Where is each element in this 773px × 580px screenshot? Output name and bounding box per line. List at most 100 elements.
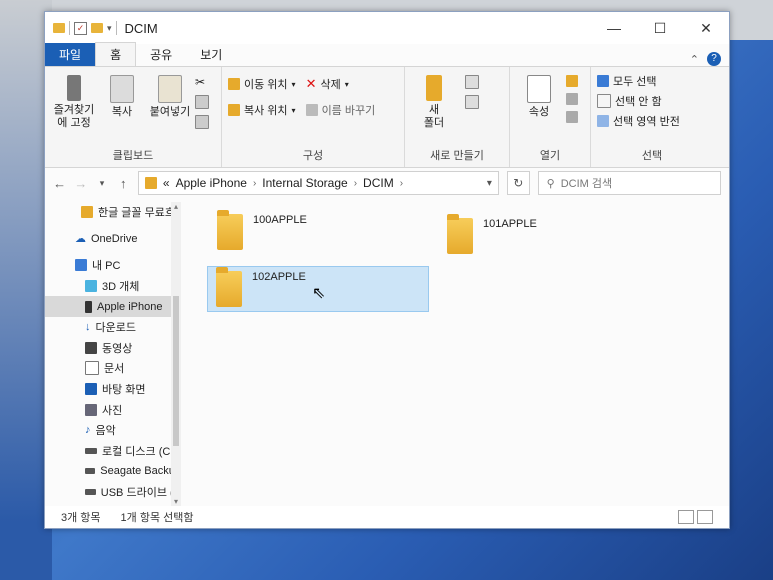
sidebar-item-apple-iphone[interactable]: Apple iPhone [45,296,181,317]
close-button[interactable]: ✕ [683,20,729,37]
invert-selection-button[interactable]: 선택 영역 반전 [597,111,707,131]
address-bar-row: ← → ▾ ↑ « Apple iPhone › Internal Storag… [45,168,729,198]
title-bar: ✓ ▾ DCIM — ☐ ✕ [45,12,729,44]
delete-button[interactable]: ✕ 삭제 ▾ [306,71,376,97]
download-icon: ↓ [85,321,91,334]
address-bar[interactable]: « Apple iPhone › Internal Storage › DCIM… [137,171,499,195]
maximize-button[interactable]: ☐ [637,20,683,37]
address-dropdown-icon[interactable]: ▾ [487,178,492,189]
new-item-icon[interactable] [465,75,479,89]
tab-file[interactable]: 파일 [45,43,96,66]
folder-item-101apple[interactable]: 101APPLE [439,214,659,260]
rename-icon [305,104,318,116]
easy-access-icon[interactable] [465,95,479,109]
document-icon [85,361,99,376]
sidebar-scrollbar[interactable]: ▴ ▾ [171,202,181,506]
quick-access-toolbar: ✓ ▾ [53,21,117,35]
new-folder-icon [426,75,442,101]
tab-share[interactable]: 공유 [136,43,186,66]
help-icon[interactable]: ? [707,52,721,66]
pin-to-quick-access-button[interactable]: 즐겨찾기에 고정 [51,71,97,130]
new-folder-quick-icon[interactable] [91,23,103,33]
file-explorer-window: ✓ ▾ DCIM — ☐ ✕ 파일 홈 공유 보기 ⌃ ? 즐겨찾기에 고정 복… [44,11,730,529]
open-icon[interactable] [566,75,578,87]
details-view-icon[interactable] [678,510,694,524]
back-icon[interactable]: ← [53,176,66,191]
cut-icon[interactable]: ✂ [195,75,209,89]
rename-button[interactable]: 이름 바꾸기 [305,97,375,123]
sidebar-item-onedrive[interactable]: ☁ OneDrive [45,229,181,250]
tab-view[interactable]: 보기 [186,43,236,66]
sidebar-item-pictures[interactable]: 사진 [45,399,181,420]
copy-path-icon[interactable] [195,95,209,109]
folder-icon [216,267,242,307]
breadcrumb-apple-iphone[interactable]: Apple iPhone [176,176,247,190]
scroll-up-icon[interactable]: ▴ [171,202,181,211]
video-icon [85,341,97,354]
clipboard-group: 즐겨찾기에 고정 복사 붙여넣기 ✂ 클립보드 [45,67,222,167]
search-box[interactable]: ⚲ DCIM 검색 [537,171,721,195]
sidebar-item-seagate-backup[interactable]: Seagate Backup [45,461,181,482]
folder-item-100apple[interactable]: 100APPLE [209,210,429,256]
copy-to-button[interactable]: 복사 위치 ▾ [228,97,296,123]
window-title: DCIM [124,20,158,36]
select-none-icon [597,94,611,108]
breadcrumb-dcim[interactable]: DCIM [363,176,394,190]
properties-button[interactable]: 속성 [516,71,562,123]
sidebar-item-documents[interactable]: 문서 [45,358,181,379]
scrollbar-thumb[interactable] [173,296,179,446]
copy-button[interactable]: 복사 [99,71,145,130]
tab-home[interactable]: 홈 [95,42,137,66]
select-all-button[interactable]: 모두 선택 [597,71,707,91]
sidebar-item-desktop[interactable]: 바탕 화면 [45,379,181,400]
copy-icon [110,75,134,103]
select-none-button[interactable]: 선택 안 함 [597,91,707,111]
new-group: 새 폴더 새로 만들기 [405,67,510,167]
properties-quick-icon[interactable]: ✓ [74,21,87,35]
properties-icon [527,75,551,103]
file-list: 100APPLE 101APPLE 102APPLE [181,202,729,506]
desktop-icon [85,383,97,396]
search-icon: ⚲ [546,177,555,190]
selection-count: 1개 항목 선택함 [120,512,194,524]
open-group: 속성 열기 [510,67,591,167]
recent-locations-icon[interactable]: ▾ [95,178,108,189]
sidebar-item-3d-objects[interactable]: 3D 개체 [45,276,181,297]
sidebar-item-usb-drive[interactable]: USB 드라이브 (E [45,482,181,503]
navigation-pane: 한글 글꼴 무료흐 ☁ OneDrive 내 PC 3D 개체 Apple iPh… [45,202,181,506]
sidebar-item-music[interactable]: ♪ 음악 [45,420,181,441]
refresh-button[interactable]: ↻ [506,171,530,195]
scroll-down-icon[interactable]: ▾ [171,497,181,506]
up-icon[interactable]: ↑ [117,176,130,191]
clipboard-icon [158,75,182,103]
sidebar-item-local-disk-c[interactable]: 로컬 디스크 (C:) [45,441,181,462]
select-group: 모두 선택 선택 안 함 선택 영역 반전 선택 [591,67,713,167]
sidebar-item-this-pc[interactable]: 내 PC [45,255,181,276]
search-placeholder: DCIM 검색 [560,178,613,190]
ribbon-tabs: 파일 홈 공유 보기 ⌃ ? [45,42,729,66]
sidebar-item-downloads[interactable]: ↓ 다운로드 [45,317,181,338]
move-to-button[interactable]: 이동 위치 ▾ [228,71,296,97]
new-folder-button[interactable]: 새 폴더 [411,71,457,130]
picture-icon [85,403,97,416]
sidebar-item-videos[interactable]: 동영상 [45,338,181,359]
paste-button[interactable]: 붙여넣기 [147,71,193,130]
copy-to-icon [228,104,240,116]
forward-icon[interactable]: → [74,176,87,191]
edit-icon[interactable] [566,93,578,105]
collapse-ribbon-icon[interactable]: ⌃ [690,53,699,66]
select-all-icon [597,75,609,87]
paste-shortcut-icon[interactable] [195,115,209,129]
item-count: 3개 항목 [61,512,101,524]
sidebar-item-korean-fonts[interactable]: 한글 글꼴 무료흐 [45,202,181,223]
breadcrumb-internal-storage[interactable]: Internal Storage [262,176,347,190]
main-body: 한글 글꼴 무료흐 ☁ OneDrive 내 PC 3D 개체 Apple iPh… [45,202,729,506]
organize-caption: 구성 [302,150,324,162]
select-caption: 선택 [641,150,663,162]
phone-icon [85,300,92,313]
customize-toolbar-icon[interactable]: ▾ [107,23,112,34]
large-icons-view-icon[interactable] [697,510,713,524]
history-icon[interactable] [566,111,578,123]
music-icon: ♪ [85,424,91,437]
minimize-button[interactable]: — [591,20,637,37]
